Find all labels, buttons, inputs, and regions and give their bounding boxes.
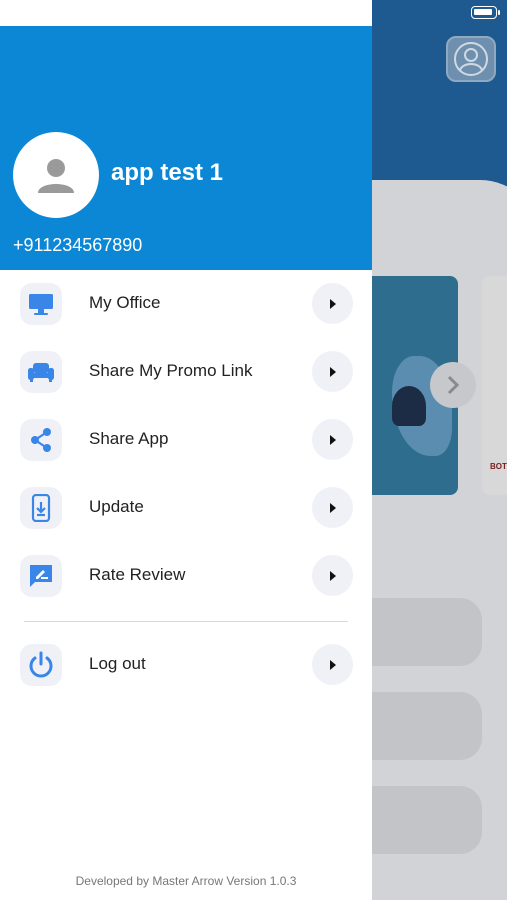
carousel-next-button[interactable] — [430, 362, 476, 408]
background-list-item — [372, 786, 482, 854]
background-list-item — [372, 598, 482, 666]
banner-text: BOT — [490, 462, 507, 471]
profile-button[interactable] — [446, 36, 496, 82]
user-name: app test 1 — [111, 159, 224, 186]
background-banner-card-2: BOT — [482, 276, 507, 495]
menu-item-rate-review[interactable]: Rate Review — [0, 542, 372, 610]
rate-review-icon — [20, 555, 62, 597]
banner-person — [392, 386, 426, 426]
menu-item-label: Log out — [89, 654, 146, 673]
drawer-header: app test 1 +911234567890 — [0, 26, 372, 270]
caret-right-icon[interactable] — [312, 351, 353, 392]
menu-item-label: Update — [89, 497, 144, 516]
caret-right-icon[interactable] — [312, 644, 353, 685]
menu-item-share-promo-link[interactable]: Share My Promo Link — [0, 338, 372, 406]
menu-item-share-app[interactable]: Share App — [0, 406, 372, 474]
footer-version: Developed by Master Arrow Version 1.0.3 — [75, 874, 297, 888]
phone-download-icon — [20, 487, 62, 529]
user-icon — [38, 159, 74, 193]
power-icon — [20, 644, 62, 686]
monitor-icon — [20, 283, 62, 325]
menu-item-update[interactable]: Update — [0, 474, 372, 542]
background-list-item — [372, 692, 482, 760]
avatar[interactable] — [13, 132, 99, 218]
menu-item-label: My Office — [89, 293, 161, 312]
menu-divider — [24, 621, 348, 622]
menu-item-my-office[interactable]: My Office — [0, 270, 372, 338]
caret-right-icon[interactable] — [312, 283, 353, 324]
navigation-drawer: app test 1 +911234567890 My Office Share… — [0, 0, 372, 900]
share-icon — [20, 419, 62, 461]
caret-right-icon[interactable] — [312, 419, 353, 460]
menu-item-label: Rate Review — [89, 565, 186, 584]
user-circle-icon — [454, 42, 488, 76]
user-phone: +911234567890 — [13, 235, 143, 255]
caret-right-icon[interactable] — [312, 487, 353, 528]
menu-item-logout[interactable]: Log out — [0, 631, 372, 699]
battery-icon — [471, 6, 500, 19]
menu-item-label: Share App — [89, 429, 169, 448]
drawer-status-area — [0, 0, 372, 26]
chevron-right-icon — [447, 375, 460, 395]
menu-item-label: Share My Promo Link — [89, 361, 253, 380]
caret-right-icon[interactable] — [312, 555, 353, 596]
sofa-icon — [20, 351, 62, 393]
